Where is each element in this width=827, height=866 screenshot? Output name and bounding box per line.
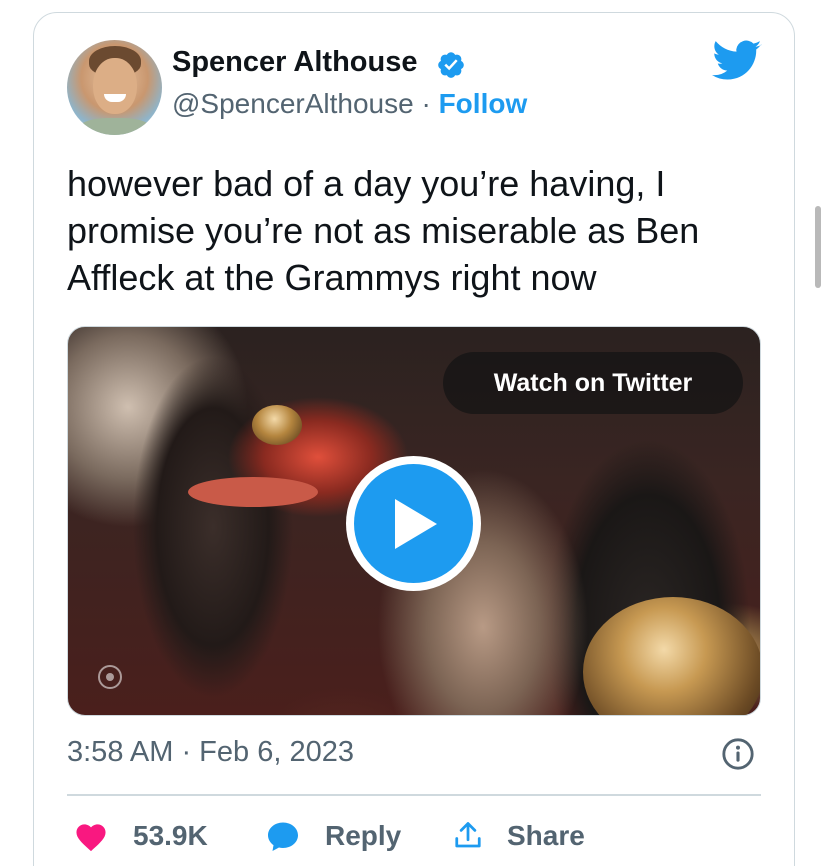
- like-button[interactable]: 53.9K: [73, 814, 208, 858]
- heart-icon: [76, 824, 106, 852]
- info-icon[interactable]: [721, 737, 755, 771]
- tweet-actions: 53.9K Reply Share: [67, 814, 761, 858]
- speech-bubble-icon: [268, 822, 298, 851]
- author-handle-row: @SpencerAlthouse · Follow: [172, 88, 527, 120]
- reply-button[interactable]: Reply: [265, 814, 401, 858]
- divider: [67, 794, 761, 796]
- scrollbar[interactable]: [815, 206, 821, 288]
- play-icon: [394, 498, 437, 549]
- author-name[interactable]: Spencer Althouse: [172, 46, 417, 79]
- author-handle[interactable]: @SpencerAlthouse: [172, 88, 414, 119]
- follow-button[interactable]: Follow: [439, 88, 528, 119]
- twitter-bird-icon[interactable]: [712, 40, 762, 82]
- share-button[interactable]: Share: [453, 814, 585, 858]
- watch-on-twitter-button[interactable]: Watch on Twitter: [443, 352, 743, 414]
- author-avatar[interactable]: [67, 40, 162, 135]
- like-count: 53.9K: [133, 820, 208, 851]
- handle-separator: ·: [421, 88, 431, 119]
- verified-badge-icon: [438, 52, 464, 78]
- tweet-timestamp[interactable]: 3:58 AM · Feb 6, 2023: [67, 736, 354, 769]
- reply-label: Reply: [325, 820, 402, 851]
- tweet-text: however bad of a day you’re having, I pr…: [67, 163, 700, 298]
- broadcaster-logo: [98, 665, 122, 689]
- share-upload-icon: [455, 822, 481, 848]
- play-button[interactable]: [346, 456, 481, 591]
- share-label: Share: [507, 820, 585, 851]
